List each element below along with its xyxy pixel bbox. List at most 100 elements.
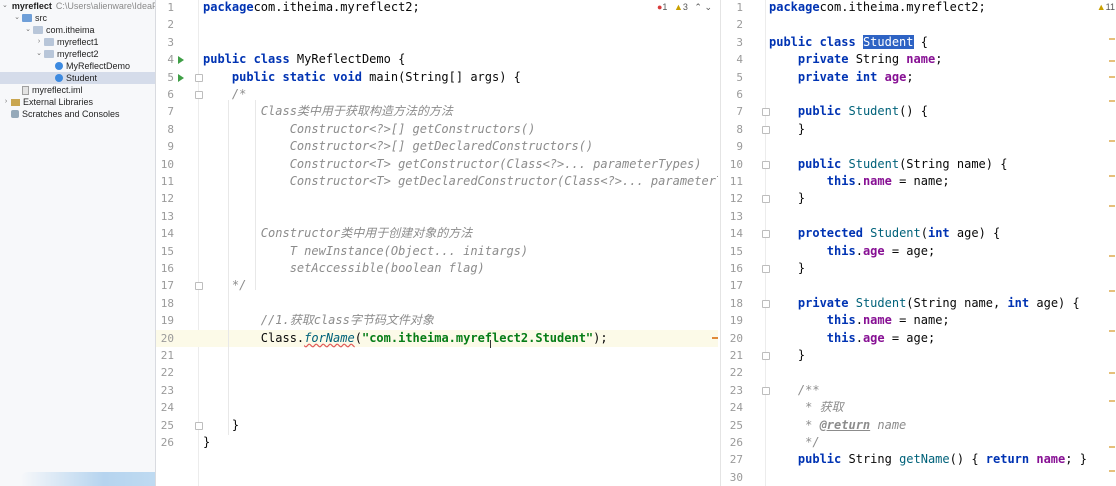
line-number[interactable]: 14 — [156, 225, 174, 242]
code-line[interactable]: 10 public Student(String name) { — [721, 156, 1116, 173]
code-line[interactable]: 11 this.name = name; — [721, 173, 1116, 190]
line-number[interactable]: 1 — [156, 0, 174, 16]
code-line[interactable]: 19 //1.获取class字节码文件对象 — [156, 312, 718, 329]
line-number[interactable]: 7 — [725, 103, 743, 120]
editor-myreflectdemo[interactable]: ●1 ▲3 ⌃ ⌄ 1 packagecom.itheima.myreflect2… — [156, 0, 718, 486]
line-number[interactable]: 8 — [156, 121, 174, 138]
code-line[interactable]: 30 — [721, 469, 1116, 486]
code-line[interactable]: 5 public static void main(String[] args)… — [156, 69, 718, 86]
code-line[interactable]: 8 } — [721, 121, 1116, 138]
editor-student[interactable]: ▲11 1 packagecom.itheima.myreflect2; 2 3 pub… — [720, 0, 1116, 486]
line-number[interactable]: 7 — [156, 103, 174, 120]
code-line[interactable]: 9 — [721, 138, 1116, 155]
line-number[interactable]: 21 — [725, 347, 743, 364]
line-number[interactable]: 23 — [725, 382, 743, 399]
line-number[interactable]: 17 — [725, 277, 743, 294]
code-line[interactable]: 4 public class MyReflectDemo { — [156, 51, 718, 68]
code-line[interactable]: 22 — [156, 364, 718, 381]
line-number[interactable]: 5 — [725, 69, 743, 86]
tree-item-myreflectdemo[interactable]: MyReflectDemo — [0, 60, 155, 72]
code-line[interactable]: 13 — [156, 208, 718, 225]
line-number[interactable]: 13 — [725, 208, 743, 225]
fold-icon[interactable] — [195, 73, 203, 82]
tree-item-myreflect2[interactable]: ⌄ myreflect2 — [0, 48, 155, 60]
code-line[interactable]: 16 } — [721, 260, 1116, 277]
line-number[interactable]: 27 — [725, 451, 743, 468]
code-line[interactable]: 12 } — [721, 190, 1116, 207]
line-number[interactable]: 6 — [725, 86, 743, 103]
chevron-down-icon[interactable]: ⌄ — [13, 12, 21, 24]
line-number[interactable]: 11 — [725, 173, 743, 190]
code-line[interactable]: 2 — [156, 16, 718, 33]
line-number[interactable]: 20 — [156, 330, 174, 347]
code-line[interactable]: 15 T newInstance(Object... initargs) — [156, 243, 718, 260]
code-line[interactable]: 26 */ — [721, 434, 1116, 451]
code-line[interactable]: 9 Constructor<?>[] getDeclaredConstructo… — [156, 138, 718, 155]
line-number[interactable]: 4 — [156, 51, 174, 68]
code-line[interactable]: 5 private int age; — [721, 69, 1116, 86]
run-icon[interactable] — [178, 56, 184, 65]
code-line[interactable]: 21 } — [721, 347, 1116, 364]
error-stripe-mark[interactable] — [712, 337, 718, 339]
line-number[interactable]: 18 — [725, 295, 743, 312]
code-line[interactable]: 20 this.age = age; — [721, 330, 1116, 347]
code-line[interactable]: 13 — [721, 208, 1116, 225]
line-number[interactable]: 12 — [156, 190, 174, 207]
line-number[interactable]: 13 — [156, 208, 174, 225]
line-number[interactable]: 26 — [725, 434, 743, 451]
tree-item-myreflect1[interactable]: › myreflect1 — [0, 36, 155, 48]
line-number[interactable]: 25 — [725, 417, 743, 434]
code-line[interactable]: 4 private String name; — [721, 51, 1116, 68]
fold-icon[interactable] — [195, 282, 203, 291]
line-number[interactable]: 14 — [725, 225, 743, 242]
line-number[interactable]: 22 — [725, 364, 743, 381]
code-line[interactable]: 14 protected Student(int age) { — [721, 225, 1116, 242]
tree-item-student[interactable]: Student — [0, 72, 155, 84]
code-line[interactable]: 8 Constructor<?>[] getConstructors() — [156, 121, 718, 138]
code-line[interactable]: 18 private Student(String name, int age)… — [721, 295, 1116, 312]
line-number[interactable]: 5 — [156, 69, 174, 86]
chevron-down-icon[interactable]: ⌄ — [35, 48, 43, 60]
code-line[interactable]: 7 Class类中用于获取构造方法的方法 — [156, 103, 718, 120]
line-number[interactable]: 15 — [725, 243, 743, 260]
chevron-down-icon[interactable]: ⌄ — [24, 24, 32, 36]
run-icon[interactable] — [178, 73, 184, 82]
line-number[interactable]: 24 — [725, 399, 743, 416]
line-number[interactable]: 25 — [156, 417, 174, 434]
tree-item-myreflect[interactable]: ⌄myreflectC:\Users\alienware\IdeaProj — [0, 0, 155, 12]
line-number[interactable]: 6 — [156, 86, 174, 103]
code-line[interactable]: 1 packagecom.itheima.myreflect2; — [156, 0, 718, 16]
line-number[interactable]: 26 — [156, 434, 174, 451]
code-line[interactable]: 7 public Student() { — [721, 103, 1116, 120]
line-number[interactable]: 19 — [725, 312, 743, 329]
chevron-right-icon[interactable]: › — [2, 96, 10, 108]
line-number[interactable]: 19 — [156, 312, 174, 329]
fold-icon[interactable] — [195, 91, 203, 99]
line-number[interactable]: 3 — [156, 34, 174, 51]
line-number[interactable]: 10 — [725, 156, 743, 173]
code-line[interactable]: 19 this.name = name; — [721, 312, 1116, 329]
line-number[interactable]: 10 — [156, 156, 174, 173]
line-number[interactable]: 12 — [725, 190, 743, 207]
code-line[interactable]: 2 — [721, 16, 1116, 33]
tree-item-scratches-and-consoles[interactable]: Scratches and Consoles — [0, 108, 155, 120]
fold-icon[interactable] — [195, 421, 203, 430]
code-line[interactable]: 23 /** — [721, 382, 1116, 399]
line-number[interactable]: 18 — [156, 295, 174, 312]
code-line[interactable]: 1 packagecom.itheima.myreflect2; — [721, 0, 1116, 16]
tree-item-com-itheima[interactable]: ⌄ com.itheima — [0, 24, 155, 36]
code-line[interactable]: 12 — [156, 190, 718, 207]
line-number[interactable]: 11 — [156, 173, 174, 190]
line-number[interactable]: 15 — [156, 243, 174, 260]
chevron-right-icon[interactable]: › — [35, 36, 43, 48]
line-number[interactable]: 16 — [156, 260, 174, 277]
chevron-down-icon[interactable]: ⌄ — [2, 0, 8, 12]
code-line[interactable]: 21 — [156, 347, 718, 364]
code-line[interactable]: 17 — [721, 277, 1116, 294]
line-number[interactable]: 2 — [156, 16, 174, 33]
line-number[interactable]: 2 — [725, 16, 743, 33]
line-number[interactable]: 23 — [156, 382, 174, 399]
code-line[interactable]: 17 */ — [156, 277, 718, 294]
line-number[interactable]: 24 — [156, 399, 174, 416]
line-number[interactable]: 1 — [725, 0, 743, 16]
